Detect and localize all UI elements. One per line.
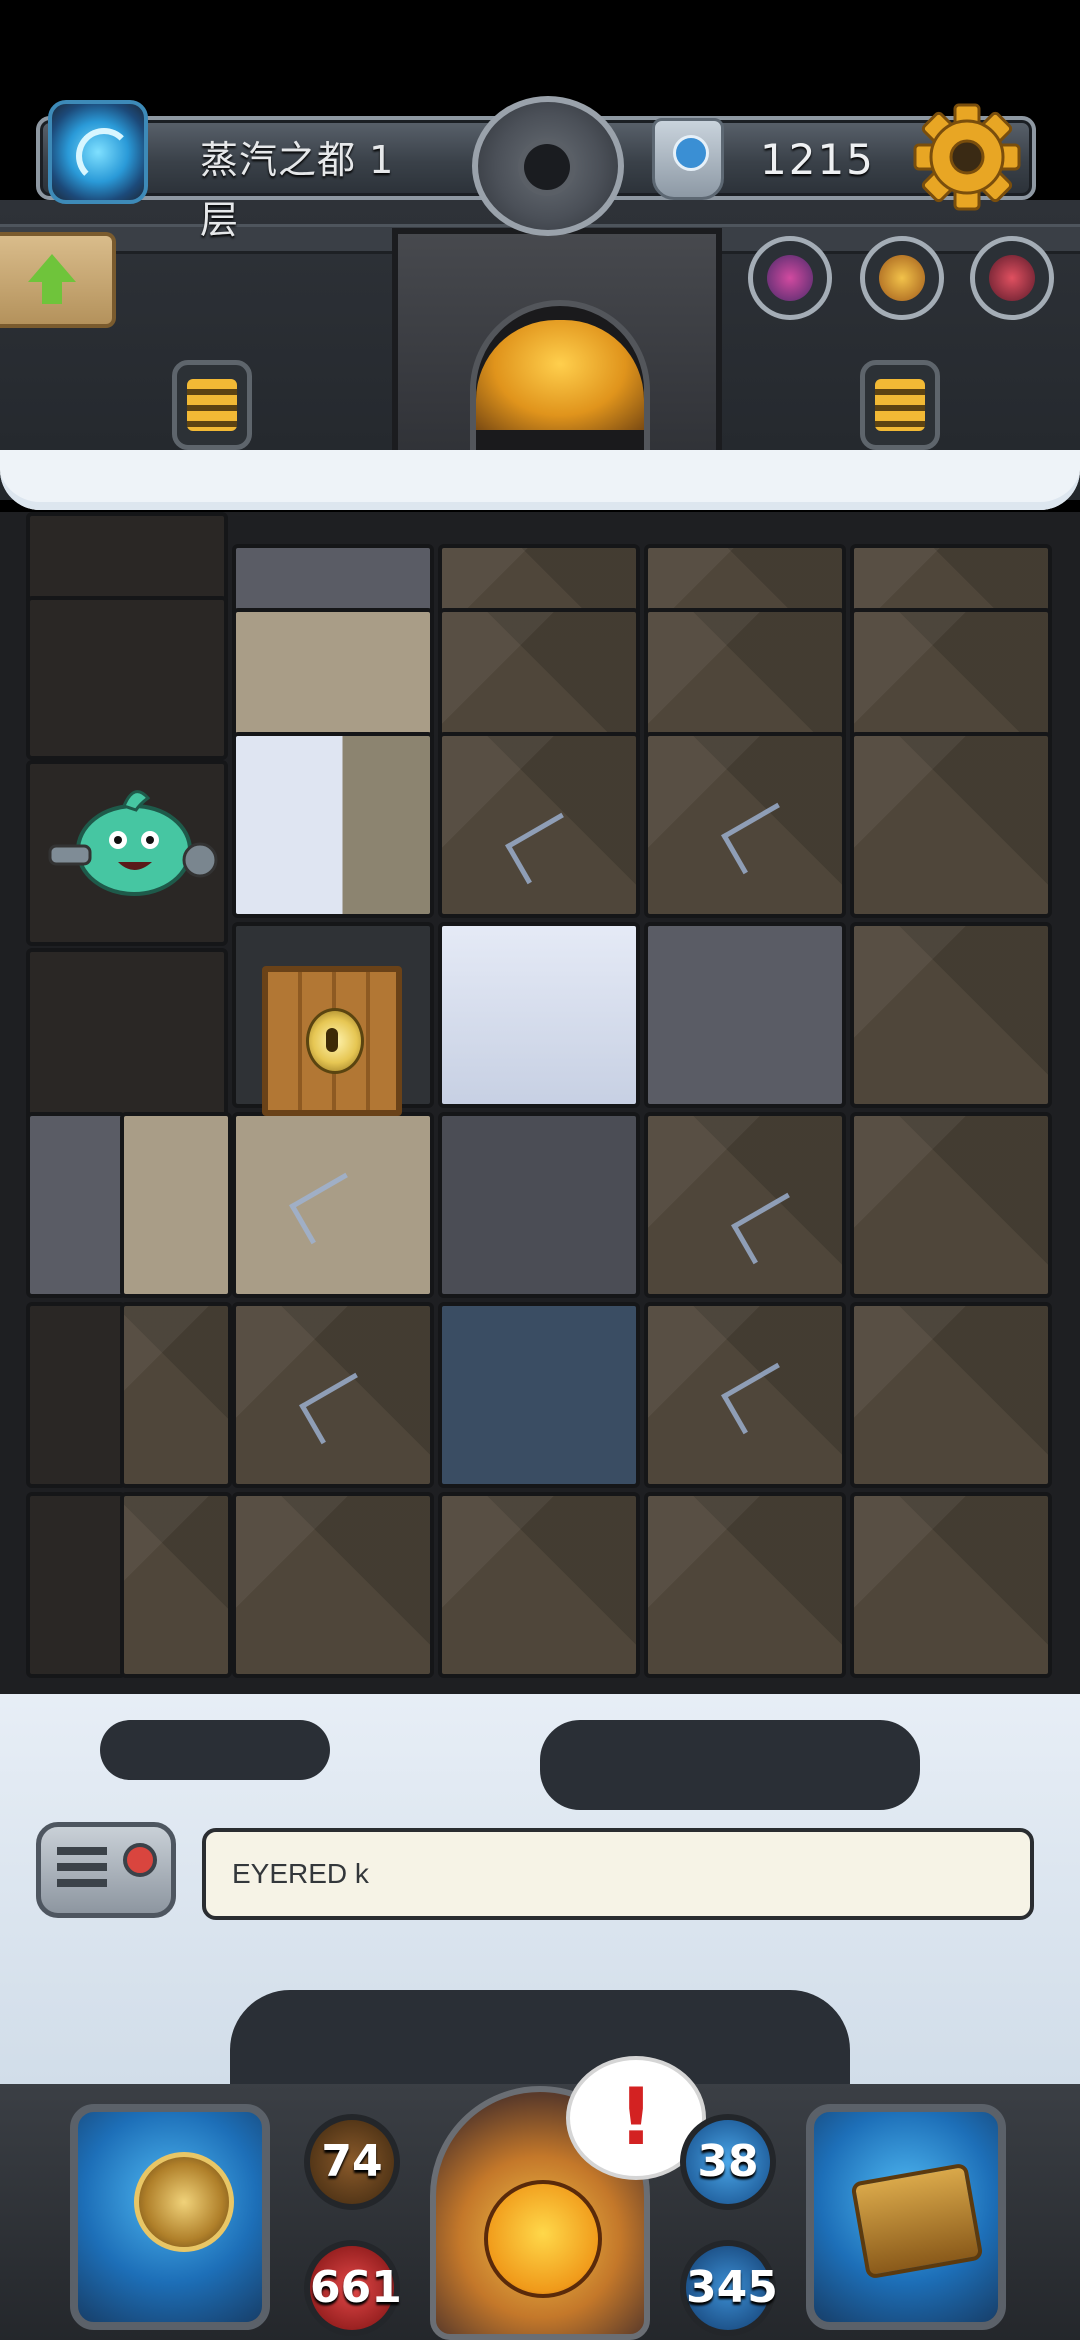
defense-stat: 38	[680, 2114, 776, 2210]
board-tile[interactable]	[850, 1492, 1052, 1678]
board-tile[interactable]	[438, 732, 640, 918]
magic-stat: 345	[680, 2240, 778, 2336]
board-tile[interactable]	[26, 1112, 126, 1298]
book-icon	[850, 2162, 984, 2280]
shield-icon	[134, 2152, 234, 2252]
board-tile[interactable]	[850, 1112, 1052, 1298]
ally-slot-3[interactable]	[970, 236, 1054, 320]
attack-stat: 74	[304, 2114, 400, 2210]
tile-crack	[505, 812, 584, 885]
board-tile[interactable]	[26, 948, 228, 1134]
green-slime-monster[interactable]	[44, 780, 224, 900]
bomb-dial-icon[interactable]	[472, 96, 624, 236]
board-tile[interactable]	[438, 1302, 640, 1488]
ally-avatar	[879, 255, 925, 301]
snow-ledge	[0, 450, 1080, 510]
locked-door[interactable]	[262, 966, 402, 1116]
board-tile[interactable]	[644, 1302, 846, 1488]
board-tile[interactable]	[120, 1112, 232, 1298]
board-tile[interactable]	[644, 1112, 846, 1298]
chat-message-box[interactable]: EYERED k	[202, 1828, 1034, 1920]
board-tile[interactable]	[850, 922, 1052, 1108]
board-tile[interactable]	[644, 922, 846, 1108]
portal-icon[interactable]	[48, 100, 148, 204]
up-arrow-button[interactable]	[0, 232, 116, 328]
hero-equipment-button[interactable]	[70, 2104, 270, 2330]
tile-crack	[721, 802, 800, 875]
game-board	[0, 512, 1080, 1694]
board-tile[interactable]	[232, 1492, 434, 1678]
ally-avatar	[767, 255, 813, 301]
tile-crack	[299, 1372, 378, 1445]
board-tile[interactable]	[26, 596, 228, 760]
rock-patch	[540, 1720, 920, 1810]
board-tile[interactable]	[438, 922, 640, 1108]
ally-slot-2[interactable]	[860, 236, 944, 320]
key-icon	[652, 118, 724, 200]
tile-crack	[721, 1362, 800, 1435]
board-tile[interactable]	[120, 1492, 232, 1678]
rock-patch	[100, 1720, 330, 1780]
board-tile[interactable]	[438, 1492, 640, 1678]
radio-robot-icon[interactable]	[36, 1822, 176, 1918]
board-tile[interactable]	[644, 732, 846, 918]
board-tile[interactable]	[644, 1492, 846, 1678]
board-tile[interactable]	[26, 1492, 126, 1678]
hero-avatar	[484, 2180, 602, 2298]
board-tile[interactable]	[232, 732, 434, 918]
floor-title: 蒸汽之都 1层	[200, 138, 395, 242]
board-tile[interactable]	[438, 1112, 640, 1298]
tile-crack	[289, 1172, 368, 1245]
tile-crack	[731, 1192, 810, 1265]
ally-slot-1[interactable]	[748, 236, 832, 320]
board-tile[interactable]	[120, 1302, 232, 1488]
board-tile[interactable]	[850, 1302, 1052, 1488]
board-tile[interactable]	[26, 1302, 126, 1488]
board-tile[interactable]	[232, 1112, 434, 1298]
right-vent	[860, 360, 940, 450]
coin-count: 1215	[760, 135, 875, 184]
left-vent	[172, 360, 252, 450]
board-tile[interactable]	[232, 1302, 434, 1488]
spellbook-button[interactable]	[806, 2104, 1006, 2330]
gear-icon[interactable]	[912, 102, 1022, 212]
hp-stat: 661	[304, 2240, 402, 2336]
board-tile[interactable]	[850, 732, 1052, 918]
rock-patch	[230, 1990, 850, 2084]
ally-avatar	[989, 255, 1035, 301]
